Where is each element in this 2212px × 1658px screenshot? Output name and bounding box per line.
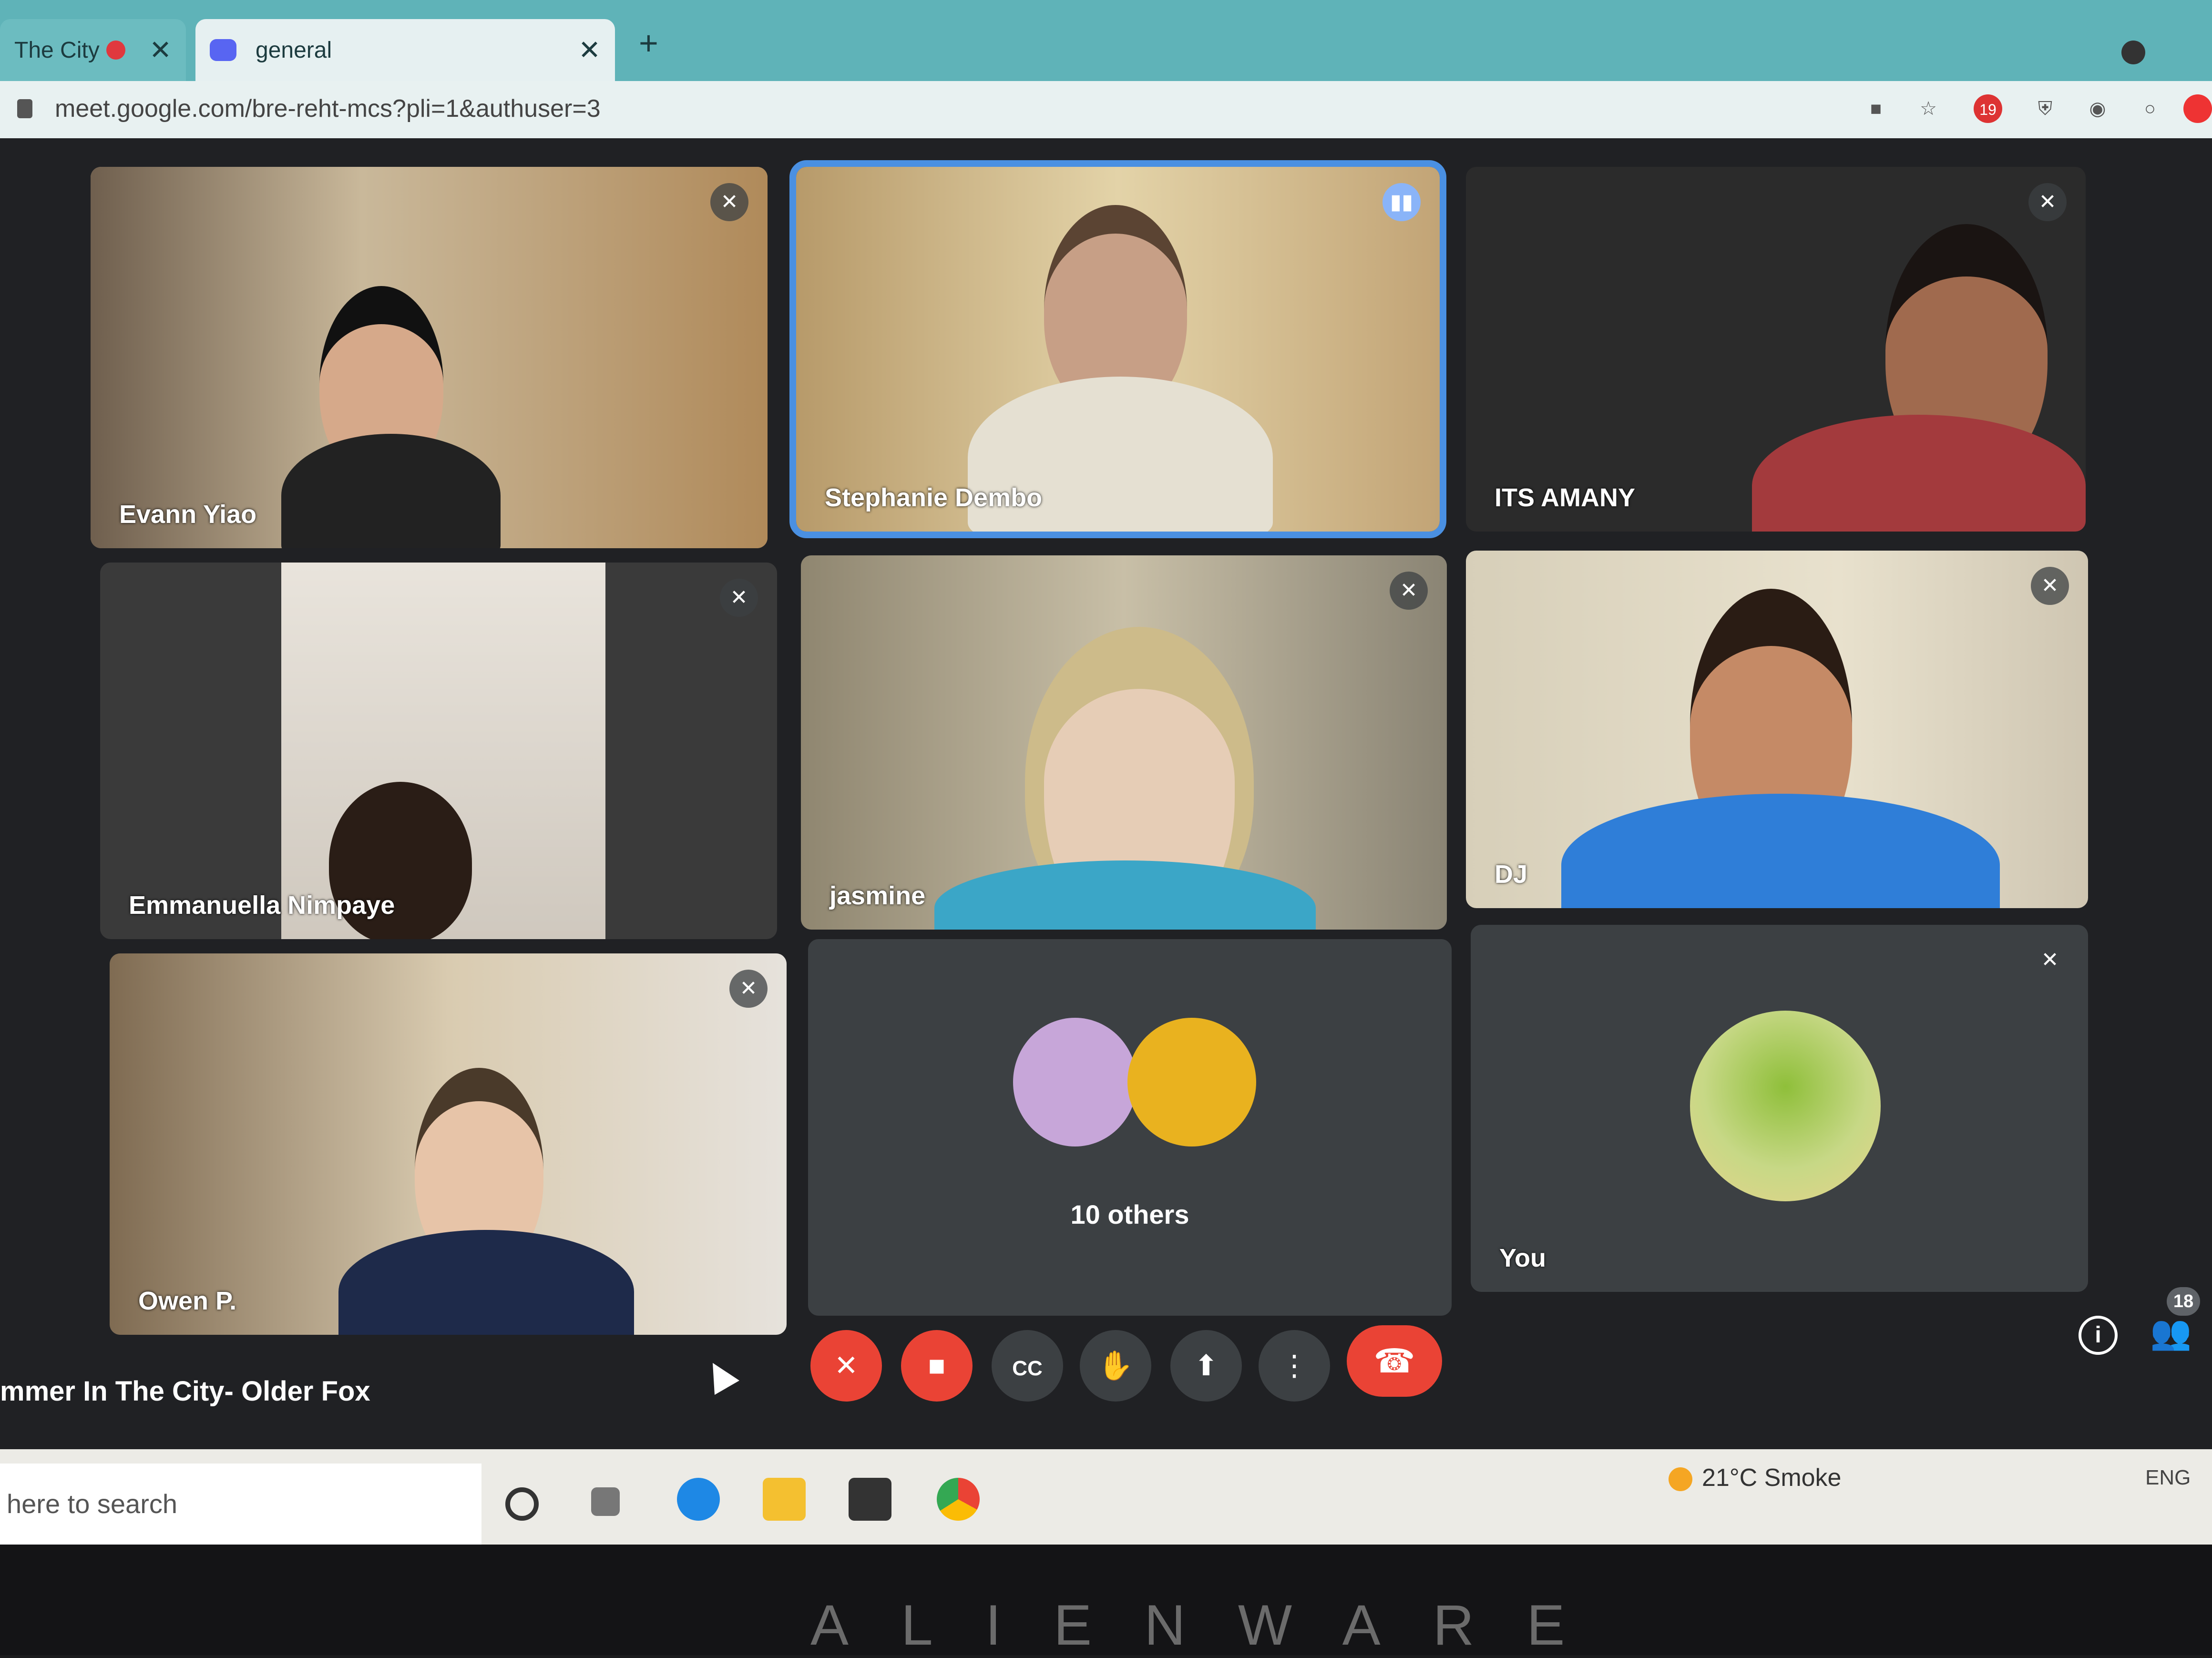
mic-off-icon: ✕ (1390, 572, 1428, 610)
close-tab-icon[interactable]: ✕ (578, 34, 601, 66)
task-view-icon[interactable] (591, 1487, 620, 1516)
participant-name: Emmanuella Nimpaye (129, 891, 395, 920)
participant-name: You (1499, 1244, 1546, 1272)
url-field[interactable]: meet.google.com/bre-reht-mcs?pli=1&authu… (55, 94, 601, 123)
tab-general[interactable]: general ✕ (195, 19, 615, 81)
camera-toggle-button[interactable]: ■ (901, 1330, 973, 1402)
self-tile[interactable]: ✕ You (1471, 925, 2088, 1292)
edge-icon[interactable] (677, 1478, 720, 1521)
participant-name: DJ (1495, 860, 1528, 889)
participant-tile[interactable]: ✕ Evann Yiao (91, 167, 768, 548)
participant-tile[interactable]: ▮▮ Stephanie Dembo (789, 160, 1446, 538)
mic-off-icon: ✕ (2031, 941, 2069, 979)
participant-tile[interactable]: ✕ DJ (1466, 551, 2088, 908)
mic-off-icon: ✕ (2028, 183, 2067, 221)
present-icon: ⬆ (1194, 1350, 1219, 1382)
cortana-icon[interactable] (505, 1487, 539, 1521)
more-vert-icon: ⋮ (1280, 1350, 1309, 1382)
extension-badge: 19 (1979, 101, 1997, 118)
extension-icon[interactable]: ◉ (2083, 94, 2112, 123)
meeting-info-button[interactable]: i (2079, 1316, 2118, 1355)
taskbar: here to search 21°C Smoke ENG (0, 1449, 2212, 1545)
hand-icon: ✋ (1097, 1350, 1134, 1382)
extension-icon[interactable]: ○ (2136, 94, 2164, 123)
address-bar: meet.google.com/bre-reht-mcs?pli=1&authu… (0, 81, 2212, 138)
participant-name: jasmine (830, 881, 926, 910)
discord-icon (210, 39, 236, 61)
taskbar-search-input[interactable]: here to search (0, 1464, 481, 1545)
tab-the-city[interactable]: The City ✕ (0, 19, 186, 81)
store-icon[interactable] (849, 1478, 891, 1521)
mic-off-icon: ✕ (720, 579, 758, 617)
mic-off-icon: ✕ (729, 970, 768, 1008)
participant-tile[interactable]: ✕ jasmine (801, 555, 1447, 930)
info-icon: i (2095, 1322, 2101, 1348)
participant-name: ITS AMANY (1495, 483, 1635, 512)
new-tab-button[interactable]: + (639, 24, 658, 62)
camera-off-icon: ■ (928, 1350, 946, 1382)
captions-button[interactable]: CC (992, 1330, 1063, 1402)
avatar (1013, 1018, 1137, 1146)
participant-video (1752, 415, 2086, 532)
participant-name: Owen P. (138, 1287, 237, 1315)
browser-tab-bar: The City ✕ general ✕ + (0, 0, 2212, 81)
adblock-icon[interactable]: 19 (1974, 94, 2002, 123)
weather-sun-icon (1669, 1467, 1692, 1492)
laptop-brand-logo: ALIENWARE (810, 1593, 1618, 1657)
window-menu-icon[interactable] (2121, 41, 2145, 64)
mic-toggle-button[interactable]: ✕ (810, 1330, 882, 1402)
lock-icon[interactable] (17, 99, 32, 118)
end-call-button[interactable]: ☎ (1347, 1325, 1442, 1397)
shield-icon[interactable]: ⛨ (2031, 94, 2059, 123)
recording-icon (106, 41, 126, 60)
participant-count-badge: 18 (2167, 1287, 2200, 1316)
extension-icon[interactable] (2183, 94, 2212, 123)
star-icon[interactable]: ☆ (1914, 94, 1943, 123)
tab-title: general (256, 37, 332, 63)
participant-tile[interactable]: ✕ ITS AMANY (1466, 167, 2086, 532)
weather-text: 21°C Smoke (1702, 1464, 1842, 1492)
file-explorer-icon[interactable] (763, 1478, 806, 1521)
more-options-button[interactable]: ⋮ (1259, 1330, 1330, 1402)
present-button[interactable]: ⬆ (1170, 1330, 1242, 1402)
mic-off-icon: ✕ (834, 1350, 859, 1382)
tab-title: The City (14, 37, 100, 63)
participant-tile[interactable]: ✕ Emmanuella Nimpaye (100, 563, 777, 939)
participant-name: Evann Yiao (119, 500, 257, 529)
end-call-icon: ☎ (1373, 1342, 1415, 1380)
chrome-icon[interactable] (937, 1478, 980, 1521)
people-button[interactable]: 👥 (2150, 1313, 2192, 1352)
mic-off-icon: ✕ (710, 183, 748, 221)
participant-tile[interactable]: ✕ Owen P. (110, 953, 787, 1335)
language-indicator[interactable]: ENG (2145, 1449, 2191, 1506)
captions-icon: CC (1012, 1357, 1043, 1380)
participant-name: Stephanie Dembo (825, 483, 1043, 512)
people-icon: 👥 (2150, 1314, 2192, 1351)
avatar (1127, 1018, 1256, 1146)
close-tab-icon[interactable]: ✕ (149, 34, 172, 66)
mic-off-icon: ✕ (2031, 567, 2069, 605)
others-count: 10 others (1070, 1199, 1189, 1229)
meeting-title: mmer In The City- Older Fox (0, 1376, 370, 1407)
others-tile[interactable]: 10 others (808, 939, 1452, 1316)
speaking-icon: ▮▮ (1382, 183, 1421, 221)
raise-hand-button[interactable]: ✋ (1080, 1330, 1151, 1402)
camera-icon[interactable]: ■ (1862, 94, 1890, 123)
weather-widget[interactable]: 21°C Smoke (1669, 1449, 1841, 1506)
avatar (1690, 1011, 1881, 1201)
